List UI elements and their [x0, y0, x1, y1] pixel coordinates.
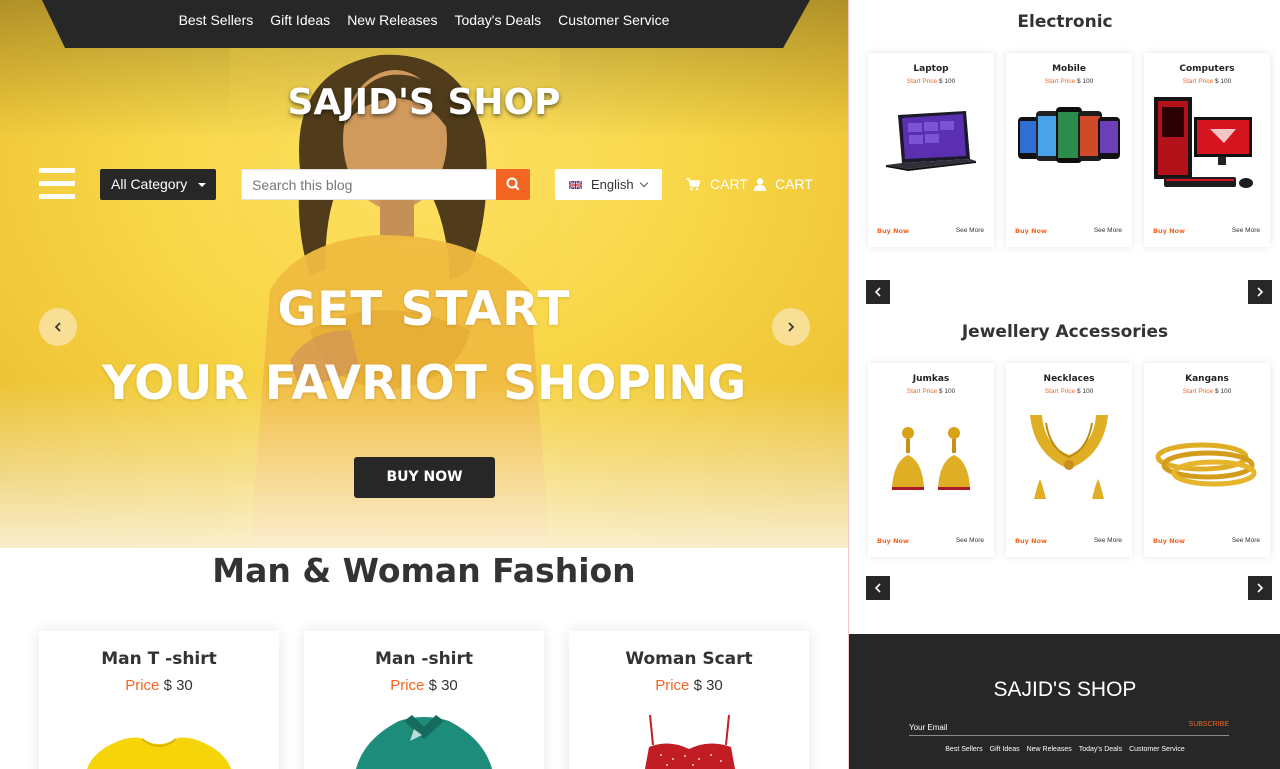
- chevron-right-icon: [1257, 287, 1264, 297]
- footer: SAJID'S SHOP SUBSCRIBE Best Sellers Gift…: [849, 634, 1280, 769]
- page: Best Sellers Gift Ideas New Releases Tod…: [0, 0, 1280, 769]
- product-price: Start Price $ 100: [1044, 388, 1094, 395]
- product-side-panel: Electronic Laptop Start Price $ 100 Buy …: [848, 0, 1280, 769]
- buy-now-link[interactable]: Buy Now: [1153, 537, 1185, 545]
- product-price: Price $ 30: [125, 677, 193, 694]
- account-label: CART: [775, 176, 813, 192]
- product-name: Kangans: [1185, 374, 1229, 384]
- cart-label: CART: [710, 176, 748, 192]
- laptop-image: [886, 111, 976, 171]
- fashion-product-card[interactable]: Woman Scart Price $ 30: [569, 631, 809, 769]
- chevron-left-icon: [874, 287, 881, 297]
- electronic-section-title: Electronic: [1017, 12, 1113, 32]
- nav-link-new-releases[interactable]: New Releases: [347, 0, 437, 40]
- chevron-right-icon: [1257, 583, 1264, 593]
- buy-now-link[interactable]: Buy Now: [877, 537, 909, 545]
- uk-flag-icon: [569, 181, 582, 189]
- category-dropdown[interactable]: All Category: [100, 169, 216, 200]
- product-name: Woman Scart: [625, 649, 753, 669]
- product-name: Necklaces: [1043, 374, 1095, 384]
- footer-link-customer-service[interactable]: Customer Service: [1129, 746, 1185, 753]
- product-price: Price $ 30: [655, 677, 723, 694]
- product-price: Start Price $ 100: [906, 78, 956, 85]
- product-name: Man T -shirt: [101, 649, 217, 669]
- chevron-left-icon: [874, 583, 881, 593]
- brand-logo-text[interactable]: SAJID'S SHOP: [0, 82, 848, 123]
- footer-link-todays-deals[interactable]: Today's Deals: [1079, 746, 1122, 753]
- electronic-product-card[interactable]: Mobile Start Price $ 100 Buy Now See Mor…: [1006, 53, 1132, 247]
- user-icon: [754, 178, 766, 191]
- footer-link-gift-ideas[interactable]: Gift Ideas: [990, 746, 1020, 753]
- language-label: English: [591, 177, 634, 192]
- newsletter-form: SUBSCRIBE: [909, 718, 1229, 736]
- footer-link-new-releases[interactable]: New Releases: [1027, 746, 1072, 753]
- see-more-link[interactable]: See More: [956, 227, 984, 234]
- nav-link-customer-service[interactable]: Customer Service: [558, 0, 669, 40]
- caret-down-icon: [198, 183, 206, 187]
- product-price: Start Price $ 100: [906, 388, 956, 395]
- hero-title-line1: GET START: [277, 282, 571, 337]
- category-dropdown-label: All Category: [111, 176, 188, 192]
- search-input[interactable]: [242, 170, 497, 199]
- jewellery-prev-button[interactable]: [866, 576, 890, 600]
- electronic-product-card[interactable]: Laptop Start Price $ 100 Buy Now See Mor…: [868, 53, 994, 247]
- nav-link-todays-deals[interactable]: Today's Deals: [454, 0, 541, 40]
- see-more-link[interactable]: See More: [1232, 537, 1260, 544]
- product-price: Start Price $ 100: [1182, 78, 1232, 85]
- shopping-cart-icon: [686, 178, 700, 191]
- nav-link-best-sellers[interactable]: Best Sellers: [179, 0, 254, 40]
- mobile-phones-image: [1018, 107, 1120, 163]
- search-box: [241, 169, 530, 200]
- product-price: Start Price $ 100: [1182, 388, 1232, 395]
- jewellery-next-button[interactable]: [1248, 576, 1272, 600]
- jewellery-product-card[interactable]: Kangans Start Price $ 100 Buy Now See Mo…: [1144, 363, 1270, 557]
- main-page-preview: Best Sellers Gift Ideas New Releases Tod…: [0, 0, 848, 769]
- see-more-link[interactable]: See More: [956, 537, 984, 544]
- fashion-product-card[interactable]: Man -shirt Price $ 30: [304, 631, 544, 769]
- fashion-product-card[interactable]: Man T -shirt Price $ 30: [39, 631, 279, 769]
- see-more-link[interactable]: See More: [1094, 227, 1122, 234]
- hero-title-line2: YOUR FAVRIOT SHOPING: [101, 356, 747, 411]
- product-name: Man -shirt: [374, 649, 474, 669]
- gold-necklace-image: [1030, 415, 1108, 499]
- menu-icon[interactable]: [39, 168, 75, 200]
- gold-bangles-image: [1155, 442, 1257, 487]
- electronic-prev-button[interactable]: [866, 280, 890, 304]
- product-name: Jumkas: [912, 374, 950, 384]
- electronic-next-button[interactable]: [1248, 280, 1272, 304]
- see-more-link[interactable]: See More: [1094, 537, 1122, 544]
- search-icon: [506, 177, 520, 191]
- see-more-link[interactable]: See More: [1232, 227, 1260, 234]
- buy-now-link[interactable]: Buy Now: [1153, 227, 1185, 235]
- jhumka-earrings-image: [892, 427, 970, 490]
- fashion-section-title: Man & Woman Fashion: [212, 551, 636, 590]
- top-nav-links: Best Sellers Gift Ideas New Releases Tod…: [0, 0, 848, 40]
- search-button[interactable]: [496, 169, 530, 200]
- chevron-down-icon: [639, 178, 649, 188]
- gaming-computer-image: [1154, 97, 1253, 188]
- product-price: Price $ 30: [390, 677, 458, 694]
- nav-link-gift-ideas[interactable]: Gift Ideas: [270, 0, 330, 40]
- email-field[interactable]: [909, 718, 1169, 736]
- product-name: Laptop: [913, 64, 949, 74]
- language-selector[interactable]: English: [555, 169, 662, 200]
- hero-buy-now-button[interactable]: BUY NOW: [354, 457, 495, 498]
- green-shirt-image: [356, 715, 492, 769]
- footer-link-best-sellers[interactable]: Best Sellers: [945, 746, 982, 753]
- red-dress-image: [645, 714, 735, 769]
- product-name: Computers: [1179, 64, 1235, 74]
- jewellery-product-card[interactable]: Necklaces Start Price $ 100 Buy Now See …: [1006, 363, 1132, 557]
- buy-now-link[interactable]: Buy Now: [877, 227, 909, 235]
- buy-now-link[interactable]: Buy Now: [1015, 227, 1047, 235]
- footer-brand: SAJID'S SHOP: [993, 678, 1137, 701]
- product-name: Mobile: [1052, 64, 1086, 74]
- product-price: Start Price $ 100: [1044, 78, 1094, 85]
- buy-now-link[interactable]: Buy Now: [1015, 537, 1047, 545]
- yellow-tshirt-image: [87, 737, 231, 769]
- jewellery-section-title: Jewellery Accessories: [961, 322, 1169, 342]
- subscribe-button[interactable]: SUBSCRIBE: [1189, 721, 1229, 728]
- jewellery-product-card[interactable]: Jumkas Start Price $ 100 Buy Now See Mor…: [868, 363, 994, 557]
- footer-links: Best Sellers Gift Ideas New Releases Tod…: [849, 746, 1280, 753]
- electronic-product-card[interactable]: Computers Start Price $ 100 Buy Now See …: [1144, 53, 1270, 247]
